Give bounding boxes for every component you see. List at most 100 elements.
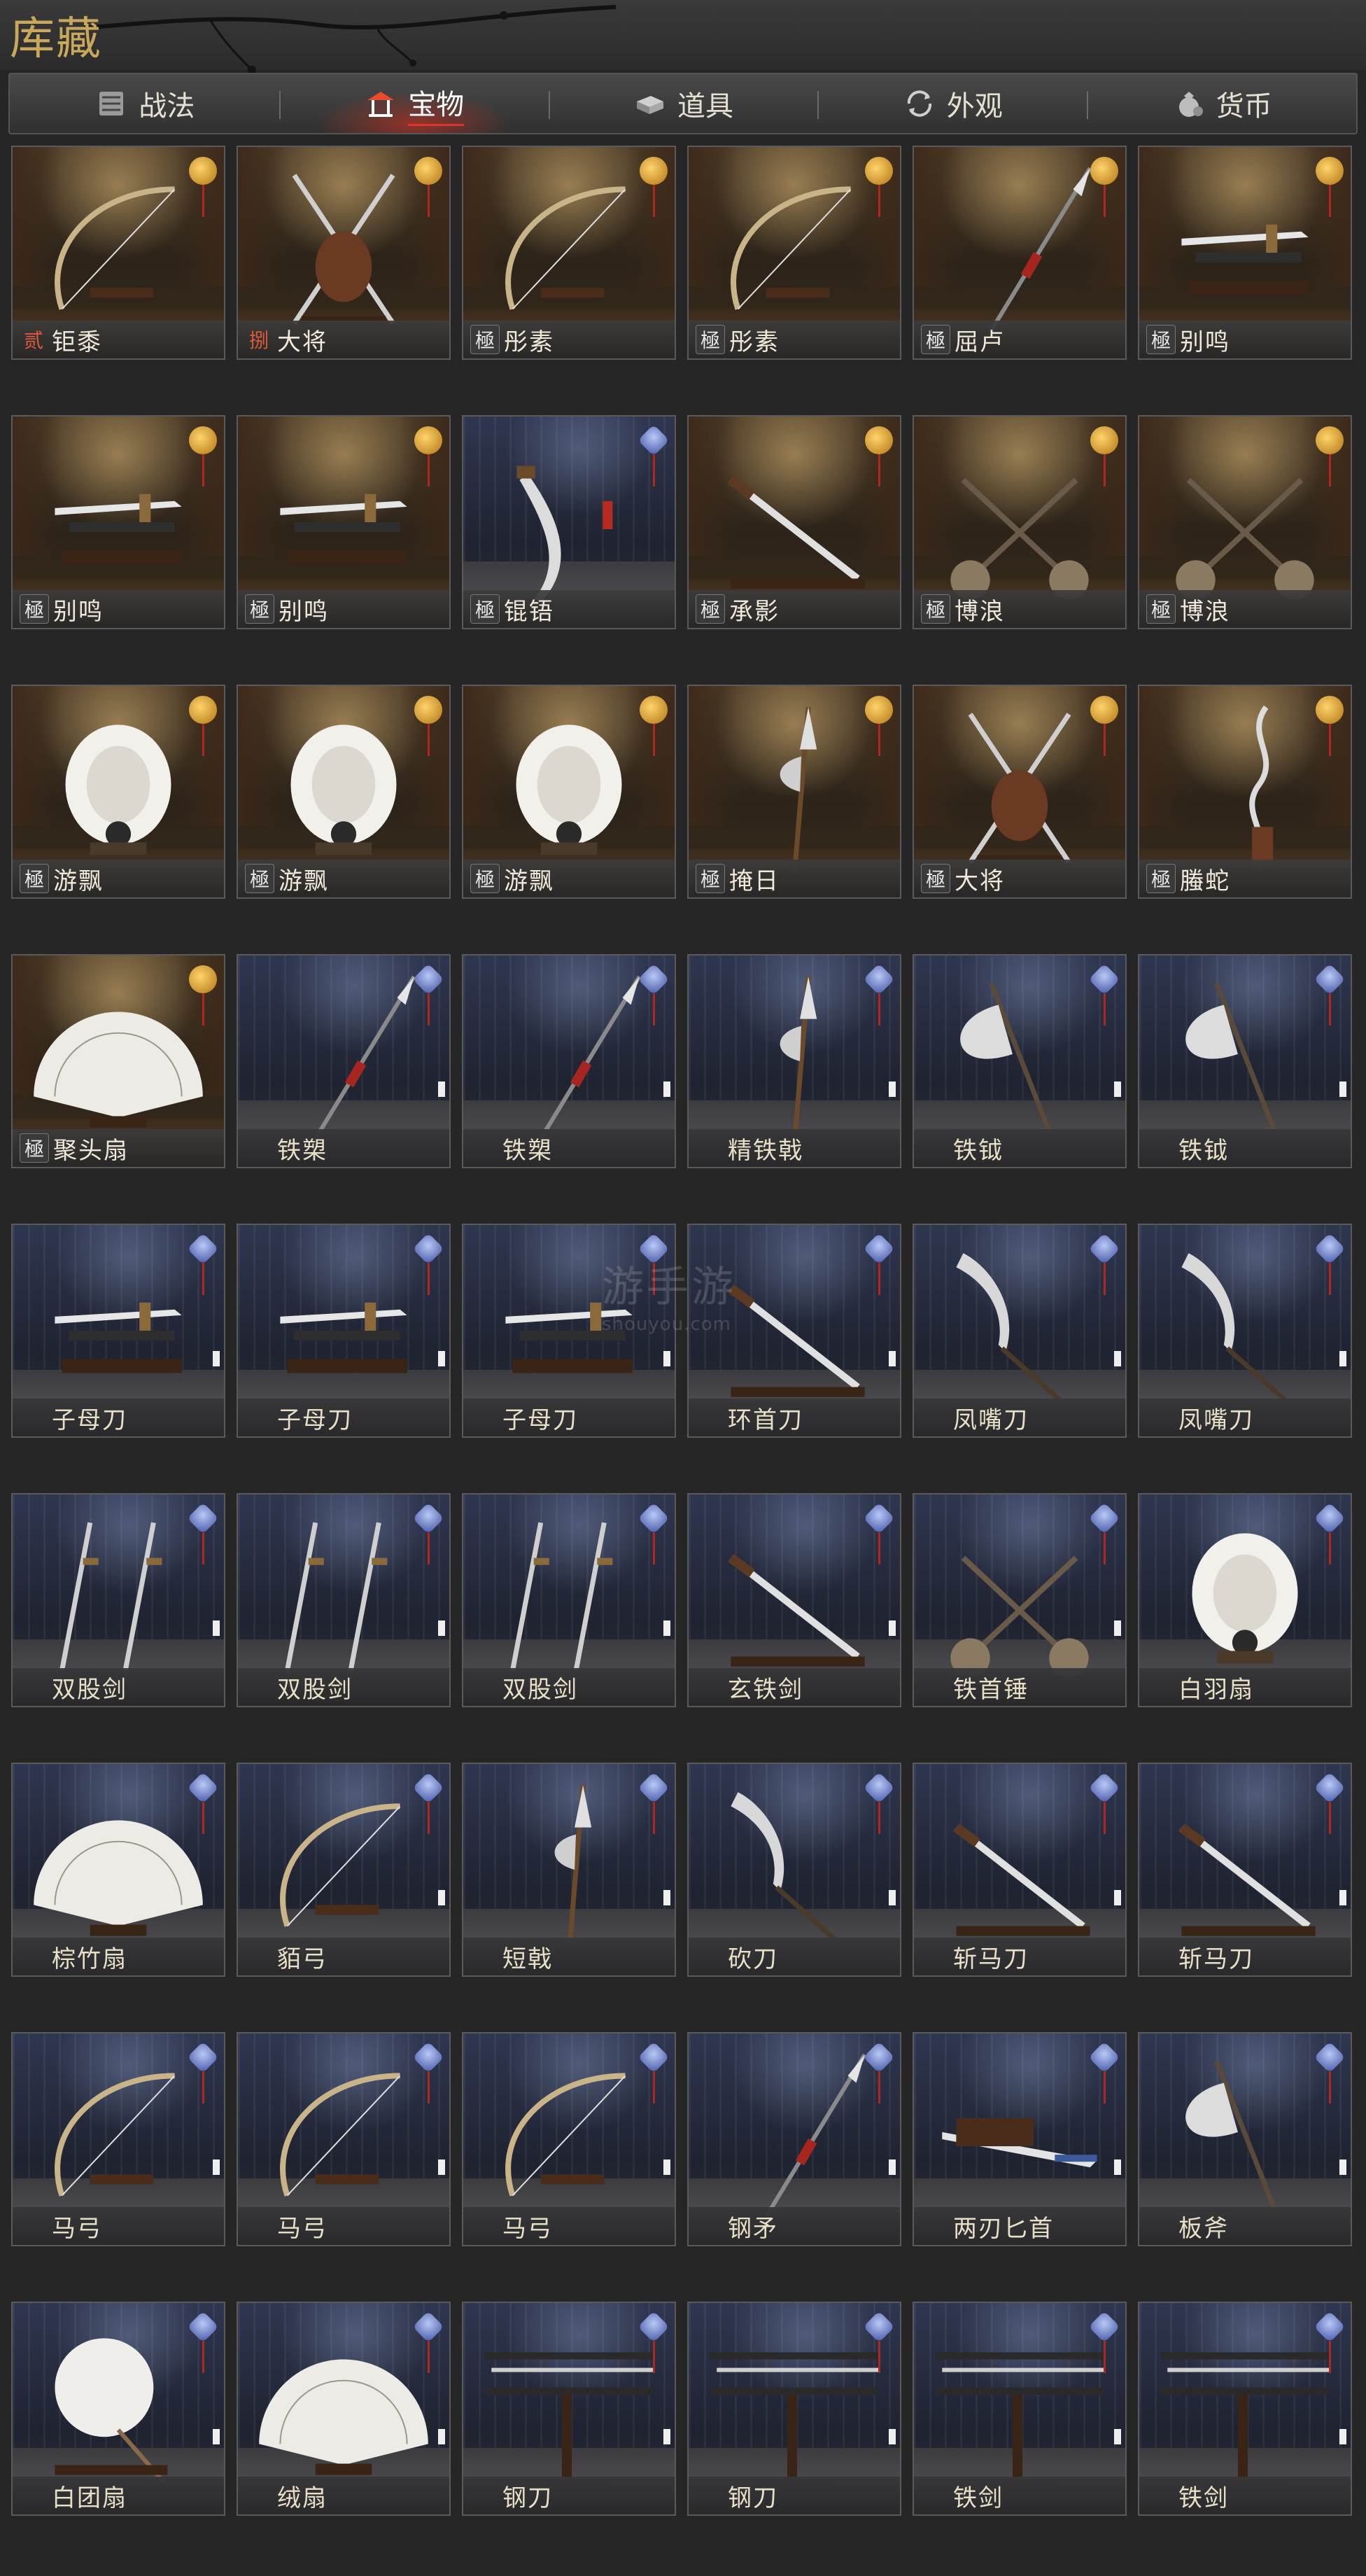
treasure-card[interactable]: 極游飘 — [462, 685, 676, 899]
treasure-card[interactable]: 短戟 — [462, 1763, 676, 1977]
treasure-name: 承影 — [729, 597, 780, 626]
scroll-hint-icon — [889, 2429, 896, 2444]
treasure-card[interactable]: 双股剑 — [237, 1493, 451, 1707]
name-plaque: 捌大将 — [238, 321, 449, 358]
scroll-hint-icon — [1114, 1890, 1121, 1905]
treasure-card[interactable]: 白团扇 — [11, 2302, 225, 2516]
scroll-hint-icon — [663, 1082, 670, 1097]
tab-items[interactable]: 道具 — [548, 74, 818, 133]
treasure-card[interactable]: 極博浪 — [913, 415, 1127, 629]
scroll-hint-icon — [1114, 1620, 1121, 1636]
treasure-card[interactable]: 捌大将 — [237, 146, 451, 360]
treasure-card[interactable]: 砍刀 — [687, 1763, 901, 1977]
tassel-icon — [1329, 454, 1331, 486]
treasure-card[interactable]: 钢矛 — [687, 2032, 901, 2246]
treasure-card[interactable]: 铁剑 — [913, 2302, 1127, 2516]
name-plaque: 棕竹扇 — [13, 1938, 224, 1975]
treasure-name: 别鸣 — [53, 597, 104, 626]
lantern-badge-icon — [414, 426, 442, 454]
treasure-card[interactable]: 两刃匕首 — [913, 2032, 1127, 2246]
treasure-card[interactable]: 子母刀 — [11, 1224, 225, 1438]
grade-badge: 極 — [921, 325, 950, 354]
tab-appearance[interactable]: 外观 — [817, 74, 1087, 133]
treasure-card[interactable]: 子母刀 — [237, 1224, 451, 1438]
name-plaque: 钢矛 — [689, 2207, 900, 2245]
treasure-card[interactable]: 極大将 — [913, 685, 1127, 899]
tassel-icon — [878, 2071, 880, 2104]
scroll-hint-icon — [1114, 1082, 1121, 1097]
treasure-card[interactable]: 極游飘 — [237, 685, 451, 899]
treasure-card[interactable]: 钢刀 — [687, 2302, 901, 2516]
treasure-card[interactable]: 铁槊 — [462, 954, 676, 1168]
treasure-card[interactable]: 玄铁剑 — [687, 1493, 901, 1707]
tassel-icon — [202, 1263, 204, 1295]
treasure-card[interactable]: 铁钺 — [1138, 954, 1352, 1168]
treasure-name: 钢矛 — [728, 2214, 778, 2243]
treasure-card[interactable]: 棕竹扇 — [11, 1763, 225, 1977]
scroll-hint-icon — [438, 2160, 445, 2175]
treasure-name: 铁钺 — [1178, 1136, 1229, 1165]
treasure-card[interactable]: 極锟铻 — [462, 415, 676, 629]
treasure-card[interactable]: 双股剑 — [462, 1493, 676, 1707]
treasure-card[interactable]: 板斧 — [1138, 2032, 1352, 2246]
treasure-card[interactable]: 铁钺 — [913, 954, 1127, 1168]
treasure-card[interactable]: 贰钜黍 — [11, 146, 225, 360]
treasure-card[interactable]: 極别鸣 — [11, 415, 225, 629]
scroll-hint-icon — [213, 1351, 220, 1366]
treasure-card[interactable]: 極屈卢 — [913, 146, 1127, 360]
treasure-card[interactable]: 極彤素 — [462, 146, 676, 360]
scroll-hint-icon — [438, 1620, 445, 1636]
tassel-icon — [202, 1532, 204, 1564]
treasure-card[interactable]: 極承影 — [687, 415, 901, 629]
name-plaque: 斩马刀 — [914, 1938, 1125, 1975]
category-tabs: 战法 宝物 道具 外观 货币 — [8, 73, 1358, 134]
tassel-icon — [653, 1532, 655, 1564]
treasure-name: 子母刀 — [502, 1406, 578, 1434]
treasure-card[interactable]: 極别鸣 — [1138, 146, 1352, 360]
tab-tactics[interactable]: 战法 — [10, 74, 279, 133]
treasure-card[interactable]: 精铁戟 — [687, 954, 901, 1168]
name-plaque: 極博浪 — [1139, 590, 1351, 628]
tab-currency[interactable]: 货币 — [1087, 74, 1356, 133]
treasure-name: 博浪 — [1180, 597, 1230, 626]
treasure-card[interactable]: 極掩日 — [687, 685, 901, 899]
treasure-card[interactable]: 凤嘴刀 — [913, 1224, 1127, 1438]
tassel-icon — [653, 2341, 655, 2373]
treasure-card[interactable]: 马弓 — [462, 2032, 676, 2246]
tassel-icon — [428, 2071, 430, 2104]
treasure-card[interactable]: 双股剑 — [11, 1493, 225, 1707]
name-plaque: 绒扇 — [238, 2477, 449, 2514]
name-plaque: 环首刀 — [689, 1399, 900, 1436]
tassel-icon — [202, 454, 204, 486]
grade-badge: 極 — [20, 594, 49, 624]
treasure-card[interactable]: 極彤素 — [687, 146, 901, 360]
treasure-name: 铁剑 — [1178, 2484, 1229, 2512]
treasure-card[interactable]: 白羽扇 — [1138, 1493, 1352, 1707]
grade-badge: 極 — [245, 864, 274, 893]
treasure-card[interactable]: 铁首锤 — [913, 1493, 1127, 1707]
treasure-card[interactable]: 铁剑 — [1138, 2302, 1352, 2516]
treasure-card[interactable]: 極聚头扇 — [11, 954, 225, 1168]
grade-badge: 極 — [1146, 325, 1176, 354]
treasure-card[interactable]: 马弓 — [237, 2032, 451, 2246]
treasure-card[interactable]: 極游飘 — [11, 685, 225, 899]
treasure-card[interactable]: 凤嘴刀 — [1138, 1224, 1352, 1438]
treasure-card[interactable]: 斩马刀 — [913, 1763, 1127, 1977]
treasure-card[interactable]: 钢刀 — [462, 2302, 676, 2516]
treasure-name: 铁槊 — [277, 1136, 328, 1165]
name-plaque: 双股剑 — [238, 1668, 449, 1706]
tab-treasures[interactable]: 宝物 — [279, 74, 549, 133]
scroll-bundle-icon — [99, 92, 124, 115]
treasure-card[interactable]: 貊弓 — [237, 1763, 451, 1977]
tassel-icon — [1329, 2341, 1331, 2373]
treasure-card[interactable]: 極别鸣 — [237, 415, 451, 629]
treasure-card[interactable]: 斩马刀 — [1138, 1763, 1352, 1977]
tassel-icon — [428, 724, 430, 756]
treasure-card[interactable]: 極螣蛇 — [1138, 685, 1352, 899]
treasure-card[interactable]: 極博浪 — [1138, 415, 1352, 629]
scroll-hint-icon — [663, 2160, 670, 2175]
treasure-card[interactable]: 绒扇 — [237, 2302, 451, 2516]
tassel-icon — [1329, 1532, 1331, 1564]
treasure-card[interactable]: 铁槊 — [237, 954, 451, 1168]
treasure-card[interactable]: 马弓 — [11, 2032, 225, 2246]
